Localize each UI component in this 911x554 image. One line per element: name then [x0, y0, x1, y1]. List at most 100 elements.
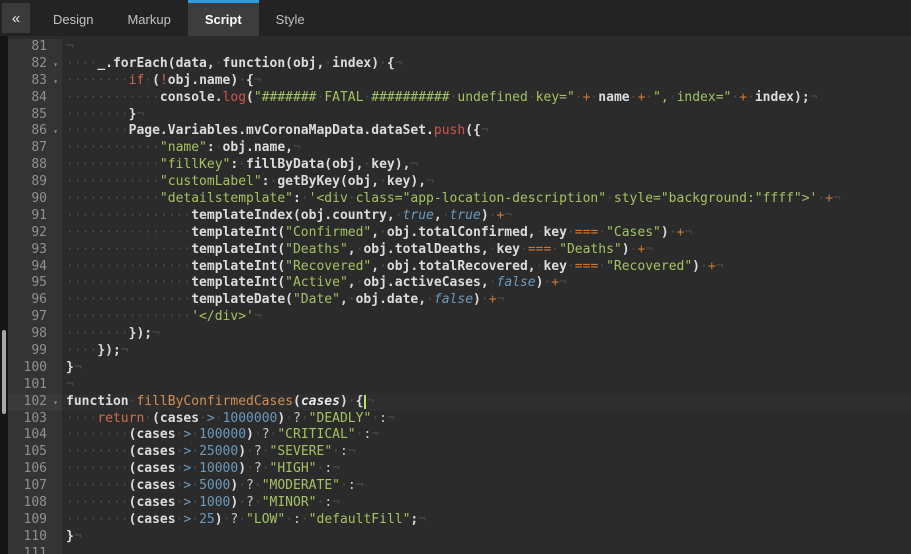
- code-line[interactable]: 100}¬: [8, 360, 911, 377]
- line-number: 88: [8, 157, 62, 174]
- collapse-panel-icon[interactable]: «: [2, 3, 30, 33]
- code-line[interactable]: 104········(cases·>·100000)·?·"CRITICAL"…: [8, 427, 911, 444]
- code-line[interactable]: 109········(cases·>·25)·?·"LOW"·:·"defau…: [8, 512, 911, 529]
- fold-arrow-icon[interactable]: ▾: [53, 395, 58, 411]
- code-line[interactable]: 91················templateIndex(obj.coun…: [8, 208, 911, 225]
- line-number: 94: [8, 259, 62, 276]
- tab-markup[interactable]: Markup: [110, 0, 187, 36]
- code-line[interactable]: 99····});¬: [8, 343, 911, 360]
- line-number: 97: [8, 309, 62, 326]
- code-line[interactable]: 103····return·(cases·>·1000000)·?·"DEADL…: [8, 411, 911, 428]
- line-number: 95: [8, 275, 62, 292]
- code-line-content[interactable]: ············"detailstemplate":·'<div·cla…: [62, 191, 911, 208]
- code-line-content[interactable]: ····return·(cases·>·1000000)·?·"DEADLY"·…: [62, 411, 911, 428]
- code-line[interactable]: 111: [8, 546, 911, 554]
- line-number: 81: [8, 39, 62, 56]
- line-number: 105: [8, 444, 62, 461]
- code-line[interactable]: 82▾····_.forEach(data,·function(obj,·ind…: [8, 56, 911, 73]
- code-line-content[interactable]: ········(cases·>·5000)·?·"MODERATE"·:¬: [62, 478, 911, 495]
- fold-arrow-icon[interactable]: ▾: [53, 74, 58, 90]
- code-line-content[interactable]: ················templateDate("Date",·obj…: [62, 292, 911, 309]
- scrollbar-thumb[interactable]: [2, 330, 6, 414]
- line-number: 82▾: [8, 56, 62, 73]
- fold-arrow-icon[interactable]: ▾: [53, 124, 58, 140]
- code-line[interactable]: 106········(cases·>·10000)·?·"HIGH"·:¬: [8, 461, 911, 478]
- line-number: 100: [8, 360, 62, 377]
- editor-header: « DesignMarkupScriptStyle: [0, 0, 911, 36]
- tab-design[interactable]: Design: [36, 0, 110, 36]
- code-line[interactable]: 107········(cases·>·5000)·?·"MODERATE"·:…: [8, 478, 911, 495]
- code-line[interactable]: 95················templateInt("Active",·…: [8, 275, 911, 292]
- code-line-content[interactable]: ················templateInt("Confirmed",…: [62, 225, 911, 242]
- line-number: 93: [8, 242, 62, 259]
- line-number: 89: [8, 174, 62, 191]
- code-line-content[interactable]: ····});¬: [62, 343, 911, 360]
- code-line-content[interactable]: ········Page.Variables.mvCoronaMapData.d…: [62, 123, 911, 140]
- code-line-content[interactable]: ········(cases·>·1000)·?·"MINOR"·:¬: [62, 495, 911, 512]
- code-line-content[interactable]: ····_.forEach(data,·function(obj,·index)…: [62, 56, 911, 73]
- line-number: 98: [8, 326, 62, 343]
- code-line[interactable]: 83▾········if·(!obj.name)·{¬: [8, 73, 911, 90]
- line-number: 92: [8, 225, 62, 242]
- code-line[interactable]: 97················'</div>'¬: [8, 309, 911, 326]
- fold-arrow-icon[interactable]: ▾: [53, 57, 58, 73]
- code-line[interactable]: 84············console.log("#######·FATAL…: [8, 90, 911, 107]
- code-line-content[interactable]: ················'</div>'¬: [62, 309, 911, 326]
- code-line-content[interactable]: ········if·(!obj.name)·{¬: [62, 73, 911, 90]
- code-line[interactable]: 86▾········Page.Variables.mvCoronaMapDat…: [8, 123, 911, 140]
- code-line-content[interactable]: ············"name":·obj.name,¬: [62, 140, 911, 157]
- code-line-content[interactable]: [62, 546, 911, 554]
- code-line-content[interactable]: function·fillByConfirmedCases(cases)·{¬: [62, 394, 911, 411]
- code-line-content[interactable]: }¬: [62, 360, 911, 377]
- code-line[interactable]: 110}¬: [8, 529, 911, 546]
- code-line-content[interactable]: ¬: [62, 39, 911, 56]
- code-line[interactable]: 101¬: [8, 377, 911, 394]
- code-line-content[interactable]: ············"customLabel":·getByKey(obj,…: [62, 174, 911, 191]
- line-number: 83▾: [8, 73, 62, 90]
- code-line[interactable]: 87············"name":·obj.name,¬: [8, 140, 911, 157]
- code-line[interactable]: 85········}¬: [8, 107, 911, 124]
- line-number: 107: [8, 478, 62, 495]
- code-line-content[interactable]: ············"fillKey":·fillByData(obj,·k…: [62, 157, 911, 174]
- code-line-content[interactable]: ········(cases·>·25000)·?·"SEVERE"·:¬: [62, 444, 911, 461]
- code-line-content[interactable]: ········(cases·>·25)·?·"LOW"·:·"defaultF…: [62, 512, 911, 529]
- code-line-content[interactable]: ········}¬: [62, 107, 911, 124]
- line-number: 84: [8, 90, 62, 107]
- left-scrollbar[interactable]: [0, 36, 8, 554]
- tab-style[interactable]: Style: [259, 0, 322, 36]
- line-number: 87: [8, 140, 62, 157]
- line-number: 110: [8, 529, 62, 546]
- tab-script[interactable]: Script: [188, 0, 259, 36]
- code-line[interactable]: 90············"detailstemplate":·'<div·c…: [8, 191, 911, 208]
- code-line[interactable]: 108········(cases·>·1000)·?·"MINOR"·:¬: [8, 495, 911, 512]
- line-number: 104: [8, 427, 62, 444]
- code-area[interactable]: 81¬82▾····_.forEach(data,·function(obj,·…: [8, 36, 911, 554]
- code-line-content[interactable]: ················templateInt("Recovered",…: [62, 259, 911, 276]
- code-line[interactable]: 81¬: [8, 39, 911, 56]
- line-number: 108: [8, 495, 62, 512]
- code-line[interactable]: 93················templateInt("Deaths",·…: [8, 242, 911, 259]
- code-line-content[interactable]: ········(cases·>·100000)·?·"CRITICAL"·:¬: [62, 427, 911, 444]
- code-line[interactable]: 102▾function·fillByConfirmedCases(cases)…: [8, 394, 911, 411]
- code-line-content[interactable]: ················templateIndex(obj.countr…: [62, 208, 911, 225]
- script-editor[interactable]: 81¬82▾····_.forEach(data,·function(obj,·…: [0, 36, 911, 554]
- line-number: 102▾: [8, 394, 62, 411]
- code-line-content[interactable]: ········(cases·>·10000)·?·"HIGH"·:¬: [62, 461, 911, 478]
- code-line-content[interactable]: }¬: [62, 529, 911, 546]
- code-line[interactable]: 98········});¬: [8, 326, 911, 343]
- code-line-content[interactable]: ················templateInt("Active",·ob…: [62, 275, 911, 292]
- code-line[interactable]: 92················templateInt("Confirmed…: [8, 225, 911, 242]
- line-number: 85: [8, 107, 62, 124]
- code-line[interactable]: 105········(cases·>·25000)·?·"SEVERE"·:¬: [8, 444, 911, 461]
- code-line[interactable]: 89············"customLabel":·getByKey(ob…: [8, 174, 911, 191]
- code-line-content[interactable]: ············console.log("#######·FATAL·#…: [62, 90, 911, 107]
- code-line-content[interactable]: ¬: [62, 377, 911, 394]
- code-line[interactable]: 96················templateDate("Date",·o…: [8, 292, 911, 309]
- code-line-content[interactable]: ················templateInt("Deaths",·ob…: [62, 242, 911, 259]
- line-number: 101: [8, 377, 62, 394]
- line-number: 111: [8, 546, 62, 554]
- line-number: 109: [8, 512, 62, 529]
- code-line[interactable]: 94················templateInt("Recovered…: [8, 259, 911, 276]
- code-line[interactable]: 88············"fillKey":·fillByData(obj,…: [8, 157, 911, 174]
- code-line-content[interactable]: ········});¬: [62, 326, 911, 343]
